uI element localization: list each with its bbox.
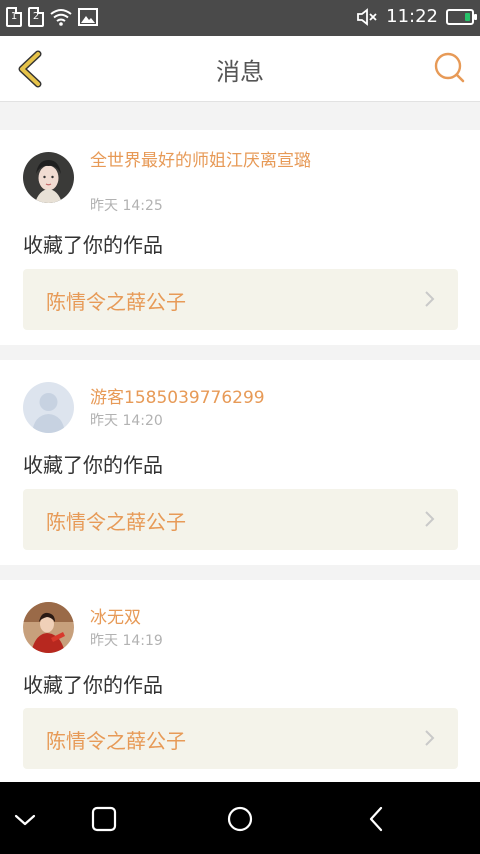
image-notification-icon <box>78 8 98 26</box>
back-icon[interactable] <box>362 804 392 834</box>
work-title: 陈情令之薛公子 <box>46 729 186 753</box>
timestamp: 昨天 14:20 <box>90 413 163 429</box>
avatar[interactable] <box>23 382 74 433</box>
message-card: 游客1585039776299 昨天 14:20 收藏了你的作品 陈情令之薛公子 <box>0 360 480 565</box>
work-link[interactable]: 陈情令之薛公子 <box>23 489 458 550</box>
action-text: 收藏了你的作品 <box>23 233 163 257</box>
recent-apps-icon[interactable] <box>89 804 119 834</box>
username[interactable]: 全世界最好的师姐江厌离宣璐 <box>90 151 320 171</box>
collapse-icon[interactable] <box>10 804 40 834</box>
chevron-right-icon <box>425 730 435 746</box>
timestamp: 昨天 14:25 <box>90 198 163 214</box>
avatar[interactable] <box>23 152 74 203</box>
work-link[interactable]: 陈情令之薛公子 <box>23 269 458 330</box>
work-title: 陈情令之薛公子 <box>46 510 186 534</box>
chevron-right-icon <box>425 511 435 527</box>
work-link[interactable]: 陈情令之薛公子 <box>23 708 458 769</box>
status-bar: 1 2 11:22 <box>0 0 480 36</box>
clock: 11:22 <box>386 6 438 27</box>
search-icon <box>434 52 465 83</box>
sim-2-icon: 2 <box>28 7 44 27</box>
wifi-icon <box>50 9 72 26</box>
username[interactable]: 冰无双 <box>90 608 320 628</box>
search-button[interactable] <box>432 50 468 86</box>
message-card: 冰无双 昨天 14:19 收藏了你的作品 陈情令之薛公子 <box>0 580 480 782</box>
action-text: 收藏了你的作品 <box>23 673 163 697</box>
action-text: 收藏了你的作品 <box>23 453 163 477</box>
username[interactable]: 游客1585039776299 <box>90 388 320 408</box>
battery-icon <box>446 8 477 25</box>
chevron-right-icon <box>425 291 435 307</box>
system-nav-bar <box>0 782 480 854</box>
work-title: 陈情令之薛公子 <box>46 290 186 314</box>
mute-icon <box>357 7 377 26</box>
message-card: 全世界最好的师姐江厌离宣璐 昨天 14:25 收藏了你的作品 陈情令之薛公子 <box>0 130 480 345</box>
avatar[interactable] <box>23 602 74 653</box>
page-title: 消息 <box>216 58 264 86</box>
header: 消息 <box>0 36 480 102</box>
sim-1-icon: 1 <box>6 7 22 27</box>
message-list: 全世界最好的师姐江厌离宣璐 昨天 14:25 收藏了你的作品 陈情令之薛公子 游… <box>0 102 480 782</box>
timestamp: 昨天 14:19 <box>90 633 163 649</box>
home-icon[interactable] <box>225 804 255 834</box>
